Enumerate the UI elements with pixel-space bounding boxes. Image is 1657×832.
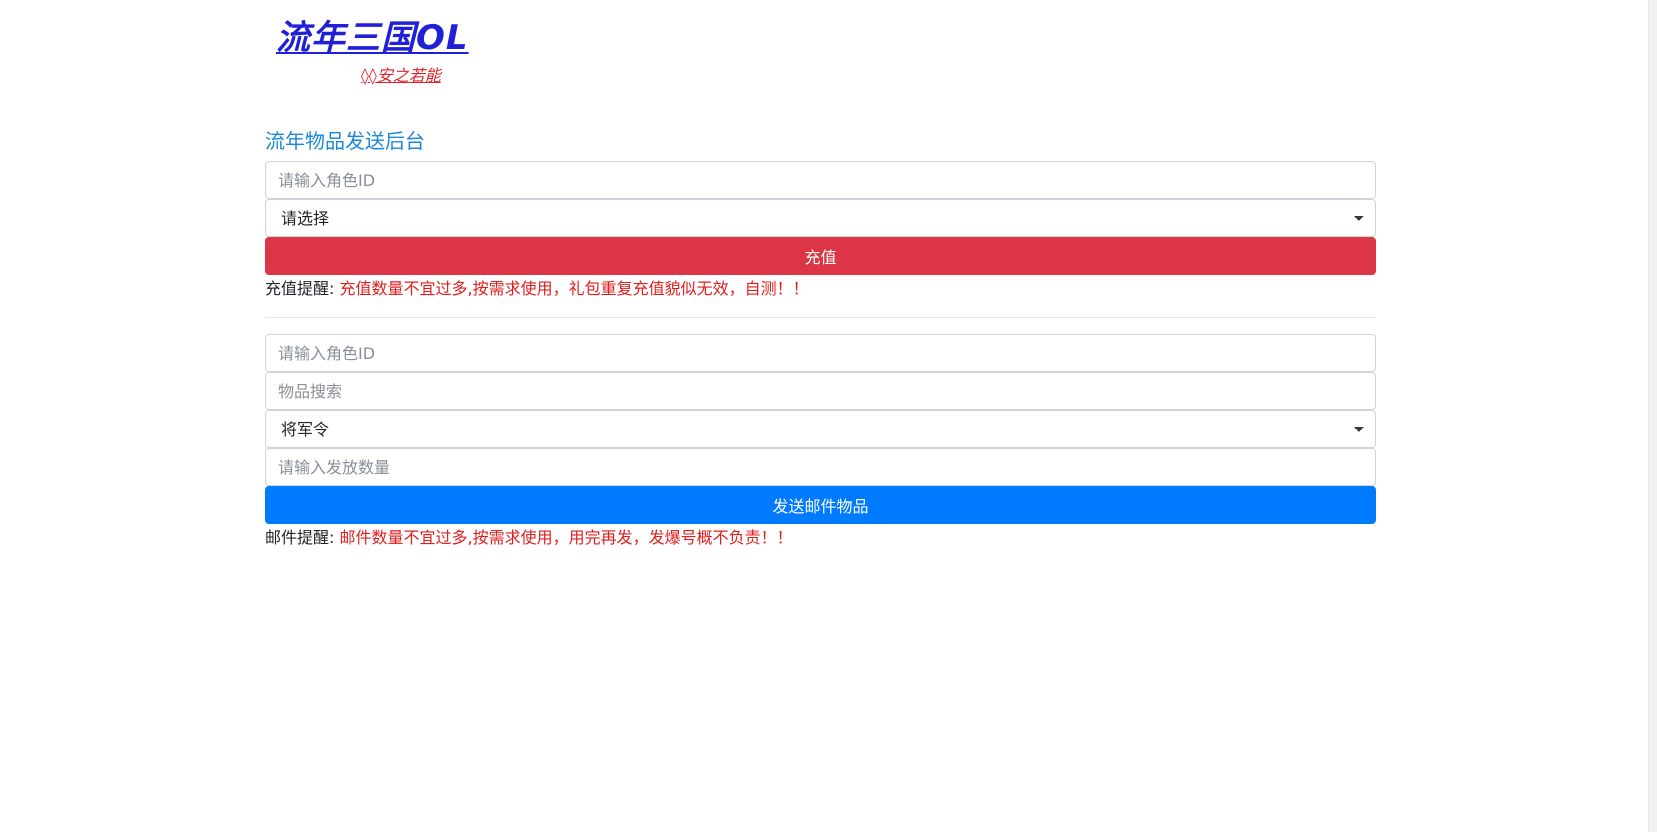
mail-note-label: 邮件提醒:	[265, 528, 335, 547]
send-mail-item-button[interactable]: 发送邮件物品	[265, 486, 1376, 524]
mail-note: 邮件提醒: 邮件数量不宜过多,按需求使用，用完再发，发爆号概不负责！！	[265, 526, 1376, 550]
site-logo-subtitle[interactable]: ◊◊安之若能	[361, 66, 441, 86]
mail-note-text: 邮件数量不宜过多,按需求使用，用完再发，发爆号概不负责！！	[339, 528, 793, 547]
main-container: 流年物品发送后台 请选择 充值 充值提醒: 充值数量不宜过多,按需求使用，礼包重…	[265, 126, 1376, 550]
recharge-form: 请选择 充值 充值提醒: 充值数量不宜过多,按需求使用，礼包重复充值貌似无效，自…	[265, 161, 1376, 301]
recharge-button[interactable]: 充值	[265, 237, 1376, 275]
mail-quantity-input[interactable]	[265, 448, 1376, 486]
site-logo-title[interactable]: 流年三国OL	[276, 16, 469, 60]
mail-form: 将军令 发送邮件物品 邮件提醒: 邮件数量不宜过多,按需求使用，用完再发，发爆号…	[265, 334, 1376, 550]
recharge-note: 充值提醒: 充值数量不宜过多,按需求使用，礼包重复充值貌似无效，自测！！	[265, 277, 1376, 301]
recharge-note-label: 充值提醒:	[265, 279, 335, 298]
recharge-role-id-input[interactable]	[265, 161, 1376, 199]
mail-item-select[interactable]: 将军令	[265, 410, 1376, 448]
mail-role-id-input[interactable]	[265, 334, 1376, 372]
page-scrollbar[interactable]	[1648, 0, 1657, 832]
recharge-note-text: 充值数量不宜过多,按需求使用，礼包重复充值貌似无效，自测！！	[339, 279, 809, 298]
item-search-input[interactable]	[265, 372, 1376, 410]
panel-title: 流年物品发送后台	[265, 129, 425, 153]
recharge-package-select[interactable]: 请选择	[265, 199, 1376, 237]
page: 流年三国OL ◊◊安之若能 流年物品发送后台 请选择 充值 充值提醒: 充值数量…	[0, 0, 1657, 832]
section-divider	[265, 317, 1376, 318]
